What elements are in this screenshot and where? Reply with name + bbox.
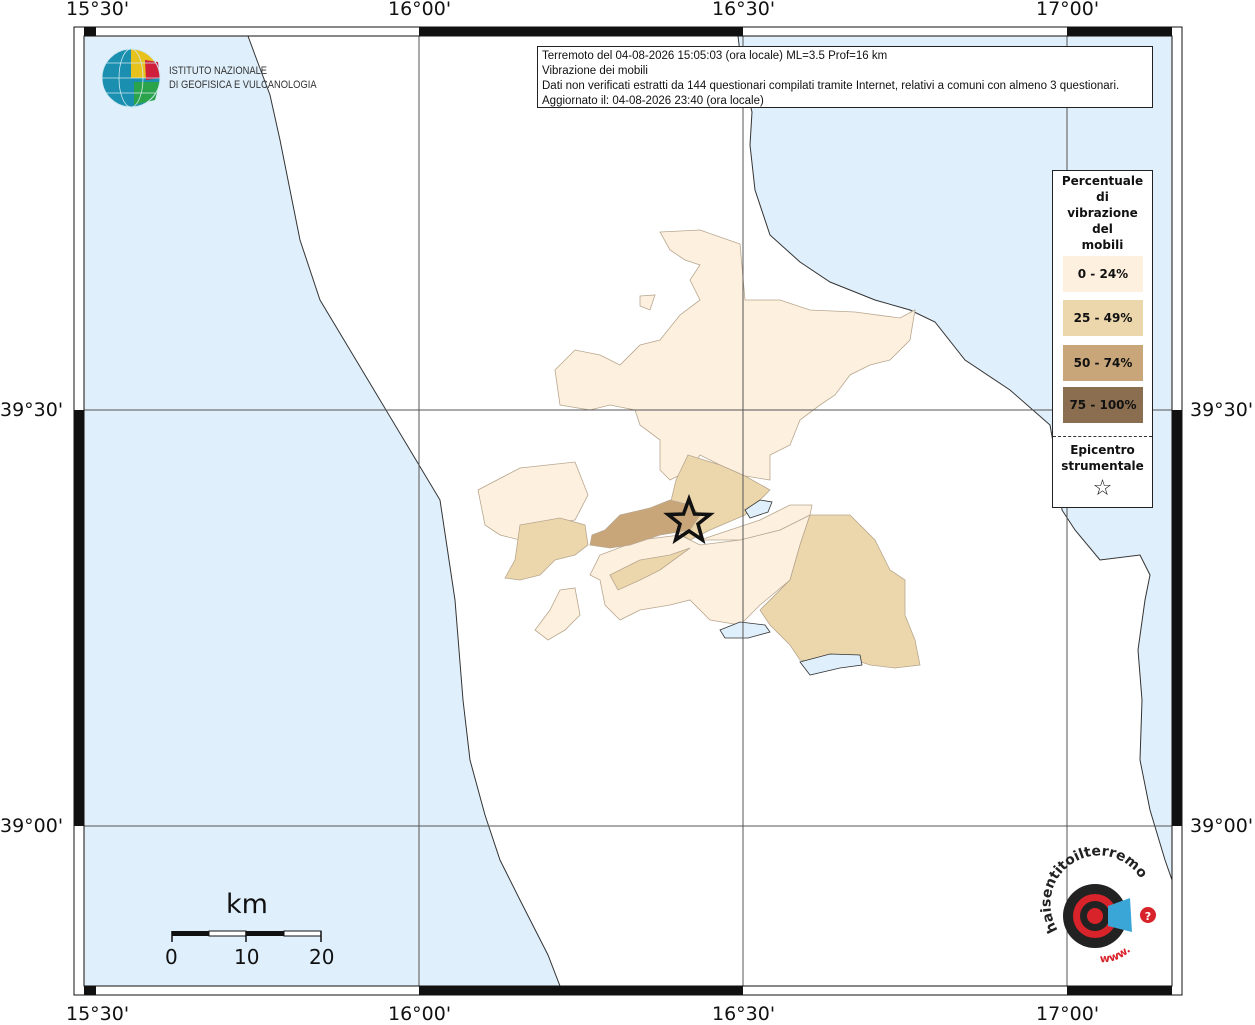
legend-title-line: del xyxy=(1092,222,1113,236)
legend-epicenter-line: strumentale xyxy=(1061,459,1144,473)
legend-class-25-49: 25 - 49% xyxy=(1063,300,1143,336)
top-label-1700: 17°00' xyxy=(1036,0,1100,20)
ingv-line-2: DI GEOFISICA E VULCANOLOGIA xyxy=(169,79,317,91)
legend-class-label: 50 - 74% xyxy=(1073,356,1133,370)
legend-epicenter-label: Epicentro strumentale xyxy=(1053,442,1152,474)
legend-class-label: 25 - 49% xyxy=(1073,311,1133,325)
scale-tick-0: 0 xyxy=(165,945,178,969)
event-info-box: Terremoto del 04-08-2026 15:05:03 (ora l… xyxy=(537,46,1153,108)
legend-class-75-100: 75 - 100% xyxy=(1063,387,1143,423)
top-label-1530: 15°30' xyxy=(66,0,130,20)
svg-text:?: ? xyxy=(1145,910,1151,923)
event-title: Terremoto del 04-08-2026 15:05:03 (ora l… xyxy=(542,50,888,62)
bottom-label-1600: 16°00' xyxy=(388,1003,452,1025)
right-label-3930: 39°30' xyxy=(1190,399,1254,421)
left-label-3930: 39°30' xyxy=(0,399,64,421)
legend-class-label: 75 - 100% xyxy=(1069,398,1137,412)
right-label-3900: 39°00' xyxy=(1190,815,1254,837)
legend-title-line: Percentuale xyxy=(1061,174,1144,188)
top-label-1600: 16°00' xyxy=(388,0,452,20)
legend-class-label: 0 - 24% xyxy=(1077,267,1129,281)
bottom-label-1630: 16°30' xyxy=(712,1003,776,1025)
legend-title-line: mobili xyxy=(1081,238,1124,252)
scale-title: km xyxy=(226,889,268,920)
legend-class-0-24: 0 - 24% xyxy=(1063,256,1143,292)
map-subject: Vibrazione dei mobili xyxy=(542,65,648,77)
intensity-map: ? haisentitoilterremoto.it www. xyxy=(0,0,1183,996)
legend: Percentuale di vibrazione del mobili 0 -… xyxy=(1052,170,1153,508)
update-time: Aggiornato il: 04-08-2026 23:40 (ora loc… xyxy=(542,95,764,107)
legend-epicenter-line: Epicentro xyxy=(1070,443,1135,457)
ingv-logo-icon xyxy=(101,48,161,108)
legend-class-50-74: 50 - 74% xyxy=(1063,345,1143,381)
bottom-label-1700: 17°00' xyxy=(1036,1003,1100,1025)
legend-star-icon: ☆ xyxy=(1092,476,1113,501)
left-label-3900: 39°00' xyxy=(0,815,64,837)
legend-separator xyxy=(1053,436,1152,437)
legend-title: Percentuale di vibrazione del mobili xyxy=(1053,173,1152,253)
ingv-logo-text: ISTITUTO NAZIONALE DI GEOFISICA E VULCAN… xyxy=(169,64,317,92)
ingv-line-1: ISTITUTO NAZIONALE xyxy=(169,65,268,77)
bottom-label-1530: 15°30' xyxy=(66,1003,130,1025)
top-label-1630: 16°30' xyxy=(712,0,776,20)
data-note: Dati non verificati estratti da 144 ques… xyxy=(542,80,1120,92)
scale-tick-20: 20 xyxy=(309,945,335,969)
legend-title-line: di xyxy=(1096,190,1109,204)
legend-title-line: vibrazione xyxy=(1067,206,1138,220)
scale-tick-10: 10 xyxy=(234,945,260,969)
